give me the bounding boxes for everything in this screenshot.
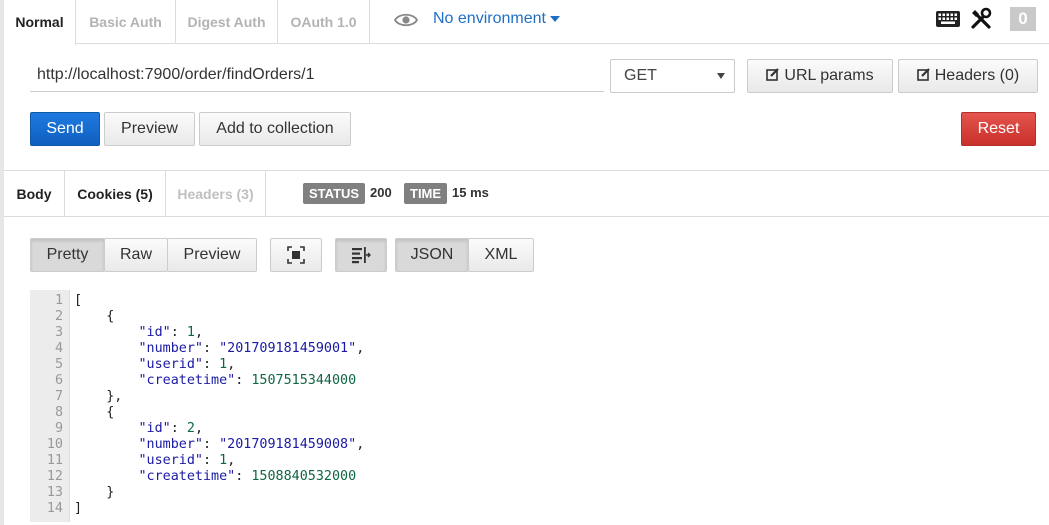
- tab-digest-auth[interactable]: Digest Auth: [176, 0, 278, 44]
- code-text: }: [74, 485, 115, 500]
- fullscreen-icon: [287, 246, 305, 264]
- code-text: },: [74, 389, 123, 404]
- code-text: "createtime": 1508840532000: [138, 469, 357, 484]
- code-text: [: [74, 293, 83, 308]
- tab-cookies[interactable]: Cookies (5): [65, 171, 166, 217]
- fullscreen-button[interactable]: [270, 238, 322, 272]
- reset-button[interactable]: Reset: [961, 112, 1036, 146]
- edit-icon: [766, 68, 780, 82]
- line-number: 7: [54, 389, 63, 404]
- line-number: 9: [54, 421, 63, 436]
- dropdown-arrow-icon: [717, 73, 725, 79]
- headers-button[interactable]: Headers (0): [898, 59, 1038, 93]
- tab-body[interactable]: Body: [4, 171, 65, 217]
- tab-basic-auth[interactable]: Basic Auth: [76, 0, 176, 44]
- left-edge-strip: [0, 0, 4, 525]
- line-number: 10: [46, 437, 63, 452]
- code-text: "number": "201709181459001",: [138, 341, 365, 356]
- code-text: {: [74, 405, 115, 420]
- wrap-lines-button[interactable]: [335, 238, 387, 272]
- chevron-down-icon: [549, 15, 560, 22]
- line-number: 11: [46, 453, 63, 468]
- code-text: "userid": 1,: [138, 357, 236, 372]
- method-value: GET: [624, 67, 657, 84]
- line-number: 8: [54, 405, 63, 420]
- tools-icon[interactable]: [969, 7, 993, 31]
- line-number: 12: [46, 469, 63, 484]
- wrap-lines-icon: [352, 247, 371, 264]
- line-number: 3: [54, 325, 63, 340]
- send-button[interactable]: Send: [30, 112, 100, 146]
- method-select[interactable]: GET: [610, 59, 735, 93]
- format-json[interactable]: JSON: [395, 238, 469, 272]
- time-badge: TIME: [404, 183, 448, 204]
- add-to-collection-button[interactable]: Add to collection: [199, 112, 351, 146]
- status-badge: STATUS: [303, 183, 366, 204]
- line-number: 14: [46, 501, 63, 516]
- response-body[interactable]: 1 [2 {3 "id": 1, 4 "number": "201709181459…: [30, 290, 1040, 522]
- tab-headers[interactable]: Headers (3): [166, 171, 266, 217]
- url-params-label: URL params: [784, 67, 874, 84]
- code-text: ]: [74, 501, 83, 516]
- preview-button[interactable]: Preview: [104, 112, 195, 146]
- response-tab-bar: Body Cookies (5) Headers (3) STATUS 200 …: [4, 171, 1049, 217]
- view-preview[interactable]: Preview: [167, 238, 257, 272]
- code-text: "userid": 1,: [138, 453, 236, 468]
- code-text: "createtime": 1507515344000: [138, 373, 357, 388]
- view-raw[interactable]: Raw: [104, 238, 168, 272]
- headers-label: Headers (0): [934, 67, 1020, 84]
- line-number: 1: [54, 293, 63, 308]
- line-number: 4: [54, 341, 63, 356]
- time-value: 15 ms: [452, 185, 489, 200]
- status-value: 200: [370, 185, 392, 200]
- environment-selector[interactable]: No environment: [433, 10, 560, 28]
- format-xml[interactable]: XML: [468, 238, 534, 272]
- code-text: "id": 2,: [138, 421, 204, 436]
- edit-icon: [916, 68, 930, 82]
- top-bar: Normal Basic Auth Digest Auth OAuth 1.0 …: [4, 0, 1049, 45]
- line-number: 6: [54, 373, 63, 388]
- keyboard-icon[interactable]: [935, 10, 961, 28]
- tab-normal[interactable]: Normal: [4, 0, 76, 45]
- tab-oauth[interactable]: OAuth 1.0: [278, 0, 370, 44]
- url-params-button[interactable]: URL params: [747, 59, 893, 93]
- eye-icon[interactable]: [394, 12, 418, 28]
- count-badge: 0: [1010, 7, 1036, 31]
- url-input[interactable]: [30, 58, 604, 92]
- environment-label: No environment: [433, 10, 546, 27]
- code-text: "number": "201709181459008",: [138, 437, 365, 452]
- line-number: 13: [46, 485, 63, 500]
- line-number: 2: [54, 309, 63, 324]
- view-pretty[interactable]: Pretty: [30, 238, 105, 272]
- code-text: {: [74, 309, 115, 324]
- code-text: "id": 1,: [138, 325, 204, 340]
- line-number: 5: [54, 357, 63, 372]
